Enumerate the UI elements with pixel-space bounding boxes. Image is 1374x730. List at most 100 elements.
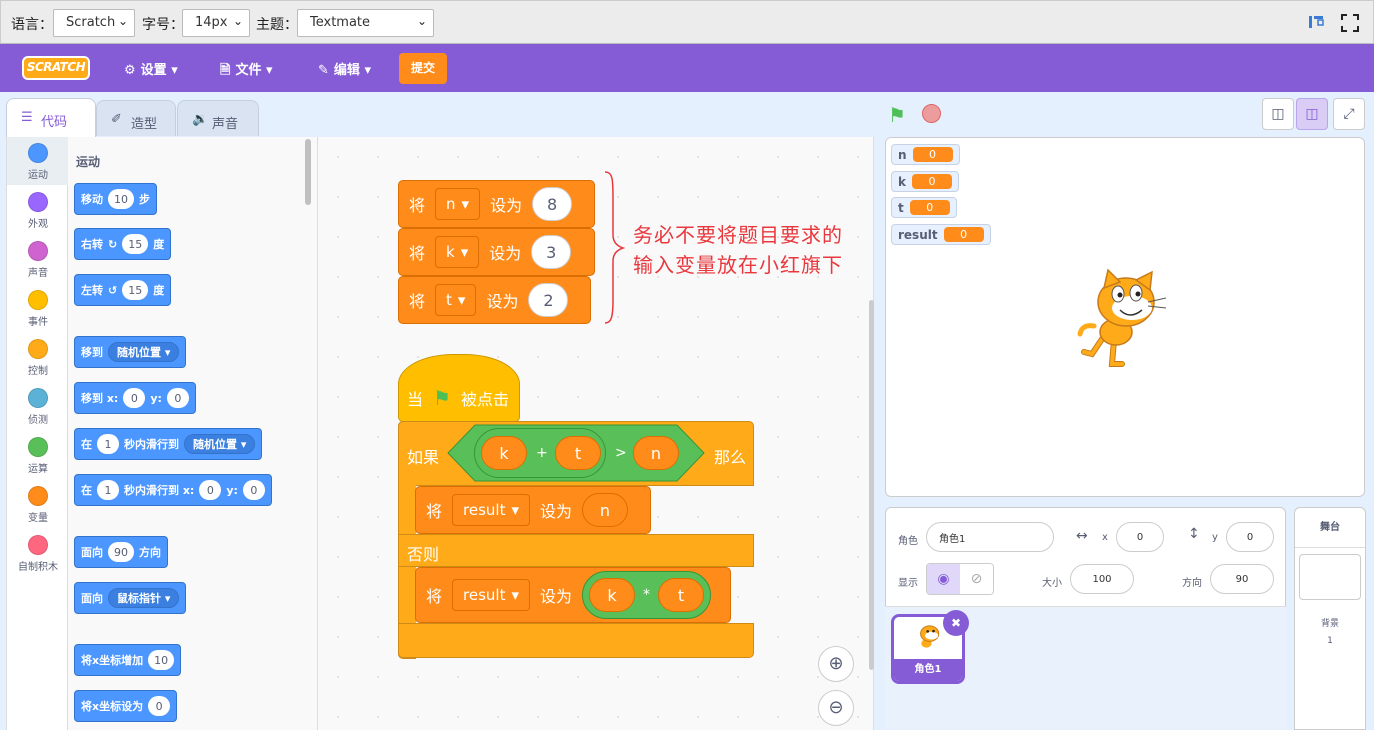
turn-left-block[interactable]: 左转 ↺ 15 度 — [74, 274, 172, 306]
set-variable-block[interactable]: 将 n ▾ 设为 8 — [398, 180, 595, 228]
variable-dropdown[interactable]: t ▾ — [435, 284, 477, 316]
value-input[interactable]: 8 — [532, 187, 573, 221]
block-input[interactable]: 1 — [97, 434, 119, 454]
block-input[interactable]: 10 — [148, 650, 175, 670]
fullscreen-icon[interactable] — [1341, 14, 1359, 32]
set-variable-block[interactable]: 将 k ▾ 设为 3 — [398, 228, 595, 276]
file-menu[interactable]: 🗎 文件 ▾ — [220, 59, 273, 83]
normal-stage-button[interactable]: ◫ — [1296, 98, 1328, 130]
category-motion[interactable]: 运动 — [7, 137, 69, 185]
block-input[interactable]: 10 — [108, 189, 134, 209]
tab-code[interactable]: ☰ 代码 — [6, 98, 96, 138]
variable-reporter-t[interactable]: t — [555, 436, 601, 470]
block-input[interactable]: 1 — [97, 480, 119, 500]
category-operators[interactable]: 运算 — [7, 431, 69, 479]
block-input[interactable]: 0 — [199, 480, 222, 500]
category-label: 事件 — [28, 317, 48, 328]
change-x-block[interactable]: 将x坐标增加 10 — [74, 644, 182, 676]
tab-sound[interactable]: 🔉 声音 — [177, 100, 259, 136]
category-myblocks[interactable]: 自制积木 — [7, 529, 69, 577]
block-text: y: — [150, 391, 162, 405]
stage-selector[interactable]: 舞台 背景 1 — [1294, 507, 1366, 730]
value-input[interactable]: 2 — [528, 283, 569, 317]
palette-scrollbar[interactable] — [305, 139, 311, 205]
category-sensing[interactable]: 侦测 — [7, 382, 69, 430]
tab-costume[interactable]: ✐ 造型 — [96, 100, 176, 136]
block-input[interactable]: 15 — [122, 280, 149, 300]
variable-dropdown[interactable]: result ▾ — [452, 494, 530, 526]
block-input[interactable]: 0 — [166, 388, 189, 408]
category-control[interactable]: 控制 — [7, 333, 69, 381]
stage-thumbnail[interactable] — [1299, 554, 1361, 600]
stop-icon[interactable] — [922, 104, 941, 123]
block-input[interactable]: 0 — [242, 480, 265, 500]
stage-canvas[interactable]: n0 k0 t0 result 0 — [885, 137, 1365, 497]
if-else-bottom — [398, 623, 754, 658]
scratch-logo[interactable]: SCRATCH — [22, 56, 90, 80]
value-input[interactable]: 3 — [531, 235, 572, 269]
variable-reporter-n[interactable]: n — [633, 436, 679, 470]
gt-sign: > — [615, 445, 627, 461]
horizontal-arrows-icon: ↔ — [1076, 528, 1088, 544]
zoom-out-button[interactable]: ⊖ — [818, 690, 854, 726]
multiply-operator[interactable]: k * t — [582, 571, 711, 619]
theme-select[interactable]: Textmate ⌄ — [297, 9, 434, 37]
green-flag-icon[interactable]: ⚑ — [888, 103, 906, 127]
move-steps-block[interactable]: 移动 10 步 — [74, 183, 157, 215]
language-select[interactable]: Scratch ⌄ — [53, 9, 135, 37]
variable-dropdown[interactable]: k ▾ — [435, 236, 480, 268]
glide-xy-block[interactable]: 在 1 秒内滑行到 x: 0 y: 0 — [74, 474, 272, 506]
chevron-down-icon: ⌄ — [416, 14, 427, 28]
y-input[interactable]: 0 — [1226, 522, 1274, 552]
set-variable-block[interactable]: 将 t ▾ 设为 2 — [398, 276, 591, 324]
block-dropdown[interactable]: 随机位置 ▾ — [108, 342, 180, 362]
workspace-scrollbar[interactable] — [869, 300, 874, 670]
submit-button[interactable]: 提交 — [399, 53, 447, 84]
eye-off-icon[interactable]: ⊘ — [960, 564, 993, 594]
block-dropdown[interactable]: 随机位置 ▾ — [184, 434, 256, 454]
variable-reporter-t[interactable]: t — [658, 578, 704, 612]
block-input[interactable]: 0 — [123, 388, 146, 408]
set-result-block[interactable]: 将 result ▾ 设为 n — [415, 486, 651, 534]
layout-icon[interactable] — [1308, 14, 1324, 30]
variable-reporter-n[interactable]: n — [582, 493, 628, 527]
variable-dropdown[interactable]: result ▾ — [452, 579, 530, 611]
eye-icon[interactable]: ◉ — [927, 564, 960, 594]
variable-reporter-k[interactable]: k — [589, 578, 635, 612]
category-events[interactable]: 事件 — [7, 284, 69, 332]
set-result-block[interactable]: 将 result ▾ 设为 k * t — [415, 567, 731, 623]
block-input[interactable]: 15 — [122, 234, 149, 254]
block-text: 方向 — [139, 546, 161, 559]
edit-menu[interactable]: ✎ 编辑 ▾ — [318, 59, 371, 78]
sprite-name-input[interactable]: 角色1 — [926, 522, 1054, 552]
turn-right-block[interactable]: 右转 ↻ 15 度 — [74, 228, 172, 260]
point-direction-block[interactable]: 面向 90 方向 — [74, 536, 168, 568]
block-dropdown[interactable]: 鼠标指针 ▾ — [108, 588, 180, 608]
block-input[interactable]: 0 — [148, 696, 171, 716]
size-input[interactable]: 100 — [1070, 564, 1134, 594]
cat-sprite[interactable] — [1074, 266, 1174, 371]
variable-reporter-k[interactable]: k — [481, 436, 527, 470]
settings-menu[interactable]: ⚙ 设置 ▾ — [124, 59, 178, 78]
category-variables[interactable]: 变量 — [7, 480, 69, 528]
direction-input[interactable]: 90 — [1210, 564, 1274, 594]
delete-sprite-button[interactable]: ✖ — [943, 610, 969, 636]
small-stage-button[interactable]: ◫ — [1262, 98, 1294, 130]
variable-dropdown[interactable]: n ▾ — [435, 188, 481, 220]
set-x-block[interactable]: 将x坐标设为 0 — [74, 690, 178, 722]
glide-block[interactable]: 在 1 秒内滑行到 随机位置 ▾ — [74, 428, 263, 460]
point-towards-block[interactable]: 面向 鼠标指针 ▾ — [74, 582, 187, 614]
else-bar — [398, 534, 754, 567]
category-looks[interactable]: 外观 — [7, 186, 69, 234]
font-size-value: 14px — [195, 15, 228, 30]
zoom-in-button[interactable]: ⊕ — [818, 646, 854, 682]
myblocks-dot-icon — [28, 535, 48, 555]
block-input[interactable]: 90 — [108, 542, 134, 562]
goto-block[interactable]: 移到 随机位置 ▾ — [74, 336, 187, 368]
brace-annotation — [603, 170, 626, 325]
fullscreen-stage-button[interactable]: ⤢ — [1333, 98, 1365, 130]
goto-xy-block[interactable]: 移到 x: 0 y: 0 — [74, 382, 196, 414]
category-sound[interactable]: 声音 — [7, 235, 69, 283]
font-size-select[interactable]: 14px ⌄ — [182, 9, 250, 37]
x-input[interactable]: 0 — [1116, 522, 1164, 552]
